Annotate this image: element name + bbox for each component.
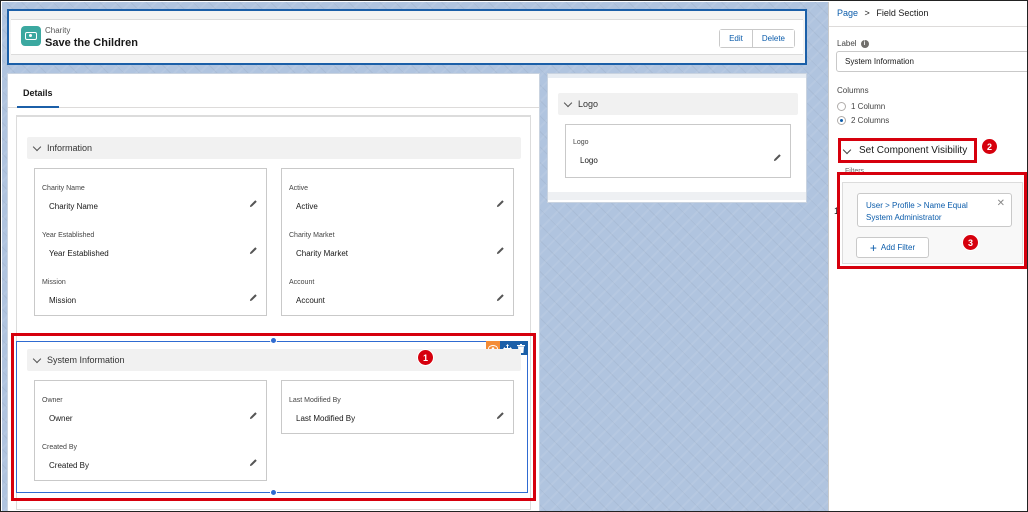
record-title: Save the Children (45, 37, 138, 49)
record-header-body: Charity Save the Children Edit Delete (11, 19, 803, 55)
section-header-logo[interactable]: Logo (558, 93, 798, 115)
field-column-logo: Logo Logo (565, 124, 791, 178)
label-caption: Label i (837, 39, 869, 48)
field-value: Mission (49, 296, 77, 305)
pencil-icon[interactable] (496, 293, 505, 302)
breadcrumb-separator: > (864, 8, 870, 18)
record-header[interactable]: Charity Save the Children Edit Delete (7, 9, 807, 65)
callout-frame-1 (11, 333, 536, 501)
pencil-icon[interactable] (249, 199, 258, 208)
section-header-information[interactable]: Information (27, 137, 521, 159)
field-value: Account (296, 296, 325, 305)
radio-1-column[interactable] (837, 102, 846, 111)
tab-details[interactable]: Details (17, 82, 59, 108)
charity-record-icon (21, 26, 41, 46)
callout-badge-2: 2 (981, 138, 998, 155)
info-icon[interactable]: i (860, 39, 869, 48)
label-caption-text: Label (837, 39, 857, 48)
breadcrumb-page-link[interactable]: Page (837, 8, 858, 18)
field-label: Year Established (42, 232, 95, 239)
field-charity-name[interactable]: Charity Name Charity Name (35, 177, 266, 221)
delete-button[interactable]: Delete (751, 30, 794, 47)
field-value: Charity Market (296, 249, 349, 258)
columns-caption: Columns (837, 86, 869, 95)
radio-label: 1 Column (851, 102, 886, 111)
pencil-icon[interactable] (773, 153, 782, 162)
pencil-icon[interactable] (249, 246, 258, 255)
radio-2-columns[interactable] (837, 116, 846, 125)
record-actions: Edit Delete (719, 29, 795, 48)
field-label: Mission (42, 279, 66, 286)
field-label: Charity Name (42, 185, 85, 192)
field-charity-market[interactable]: Charity Market Charity Market (282, 224, 513, 268)
radio-label: 2 Columns (851, 116, 890, 125)
field-logo[interactable]: Logo Logo (566, 131, 790, 175)
section-title: Information (47, 143, 93, 153)
field-year-established[interactable]: Year Established Year Established (35, 224, 266, 268)
callout-badge-1: 1 (417, 349, 434, 366)
field-label: Logo (573, 139, 589, 146)
field-value: Charity Name (49, 202, 98, 211)
field-label: Account (289, 279, 315, 286)
field-mission[interactable]: Mission Mission (35, 271, 266, 315)
breadcrumb: Page > Field Section (837, 8, 928, 18)
edit-button[interactable]: Edit (720, 30, 752, 47)
callout-frame-2 (838, 138, 977, 163)
pencil-icon[interactable] (496, 246, 505, 255)
field-label: Active (289, 185, 309, 192)
callout-frame-3 (837, 172, 1027, 269)
object-label: Charity (45, 26, 71, 35)
field-label: Charity Market (289, 232, 335, 239)
field-active[interactable]: Active Active (282, 177, 513, 221)
pencil-icon[interactable] (496, 199, 505, 208)
field-account[interactable]: Account Account (282, 271, 513, 315)
callout-badge-3: 3 (962, 234, 979, 251)
pencil-icon[interactable] (249, 293, 258, 302)
tab-bar: Details (8, 74, 539, 108)
divider (829, 26, 1027, 27)
chevron-down-icon (32, 142, 42, 152)
field-value: Year Established (49, 249, 109, 258)
section-title: Logo (578, 99, 599, 109)
label-input[interactable]: System Information (836, 51, 1027, 72)
field-column-right: Active Active Charity Market Charity Mar… (281, 168, 514, 316)
field-value: Logo (580, 156, 598, 165)
properties-panel: Page > Field Section Label i System Infor… (828, 2, 1027, 511)
chevron-down-icon (563, 98, 573, 108)
field-column-left: Charity Name Charity Name Year Establish… (34, 168, 267, 316)
app-frame: Charity Save the Children Edit Delete De… (0, 0, 1028, 512)
breadcrumb-current: Field Section (876, 8, 929, 18)
field-value: Active (296, 202, 318, 211)
